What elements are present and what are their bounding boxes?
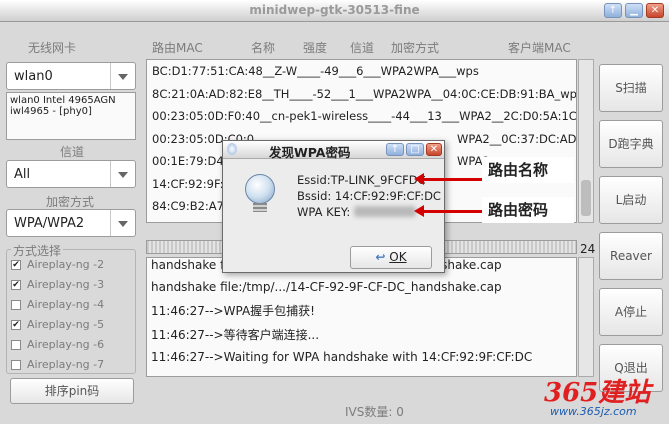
reaver-button[interactable]: Reaver (599, 232, 663, 280)
log-line: 11:46:27-->Waiting for WPA handshake wit… (151, 350, 533, 364)
mode-group: 方式选择 ✔ Aireplay-ng -2 ✔ Aireplay-ng -3 Airep… (6, 242, 136, 374)
adapter-info: wlan0 Intel 4965AGN iwl4965 - [phy0] (6, 92, 136, 140)
annotation-arrow-icon (414, 173, 483, 185)
encryption-value: WPA/WPA2 (14, 216, 85, 231)
annotation-name-label: 路由名称 (482, 157, 574, 183)
dictionary-button[interactable]: D跑字典 (599, 120, 663, 168)
stop-button[interactable]: A停止 (599, 288, 663, 336)
mode-group-label: 方式选择 (11, 242, 64, 259)
header-client-mac[interactable]: 客户端MAC (508, 39, 571, 56)
network-row[interactable]: 00:1E:79:D4 (152, 154, 224, 168)
network-row-tail[interactable]: WPA2__0C:37:DC:AD:B9:7 (457, 132, 576, 146)
window-restore-icon[interactable]: ↑ (604, 3, 622, 18)
mode-option-label: Aireplay-ng -5 (27, 318, 105, 331)
launch-button[interactable]: L启动 (599, 176, 663, 224)
channel-select[interactable]: All (6, 160, 136, 188)
window-title: minidwep-gtk-30513-fine (249, 3, 420, 17)
sort-pin-button[interactable]: 排序pin码 (10, 378, 134, 404)
log-line: handshake file:/tmp/.../14-CF-92-9F-CF-D… (151, 280, 502, 294)
header-name[interactable]: 名称 (251, 39, 275, 56)
window-close-icon[interactable]: ✕ (646, 3, 664, 18)
channel-value: All (14, 167, 31, 182)
network-row[interactable]: 8C:21:0A:AD:82:E8__TH____-52___1___WPA2W… (152, 87, 576, 101)
header-mac[interactable]: 路由MAC (152, 39, 203, 56)
encryption-select[interactable]: WPA/WPA2 (6, 209, 136, 237)
adapter-info-line: wlan0 Intel 4965AGN (10, 95, 116, 106)
log-line: 11:46:27-->等待客户端连接... (151, 328, 320, 342)
network-row[interactable]: BC:D1:77:51:CA:48__Z-W____-49___6___WPA2… (152, 64, 479, 78)
encryption-label: 加密方式 (46, 195, 95, 209)
dialog-close-icon[interactable]: ✕ (426, 143, 442, 156)
adapter-label: 无线网卡 (28, 41, 77, 55)
network-scrollbar[interactable] (578, 59, 594, 223)
header-encryption[interactable]: 加密方式 (391, 39, 439, 56)
network-row[interactable]: 00:23:05:0D:F0:40__cn-pek1-wireless____-… (152, 109, 576, 123)
wpa-dialog: 发现WPA密码 ↑ □ ✕ Essid:TP-LINK_9FCFDC Bssid… (222, 140, 445, 273)
log-line: 11:46:27-->WPA握手包捕获! (151, 304, 315, 318)
dialog-restore-icon[interactable]: ↑ (386, 143, 404, 156)
mode-option-label: Aireplay-ng -2 (27, 258, 105, 271)
return-arrow-icon: ↩ (375, 250, 386, 264)
dialog-maximize-icon[interactable]: □ (406, 143, 424, 156)
scan-button[interactable]: S扫描 (599, 64, 663, 112)
log-output[interactable]: handshake file:/tmp/.../14-CF-92-9F-CF-D… (146, 257, 577, 377)
log-scrollbar[interactable] (578, 257, 594, 377)
checkbox-icon[interactable] (11, 300, 21, 310)
adapter-info-line: iwl4965 - [phy0] (10, 106, 92, 117)
dialog-essid: Essid:TP-LINK_9FCFDC (297, 173, 426, 187)
chevron-down-icon (110, 63, 135, 89)
mode-option-label: Aireplay-ng -3 (27, 278, 105, 291)
dialog-bssid: Bssid: 14:CF:92:9F:CF:DC (297, 189, 441, 203)
watermark-url: www.365jz.com (550, 405, 637, 418)
watermark-logo: 365建站 www.365jz.com (540, 372, 669, 424)
watermark-logo-text: 365建站 (544, 378, 651, 408)
wpa-key-redacted (354, 206, 416, 217)
mode-option-label: Aireplay-ng -7 (27, 358, 105, 371)
scrollbar-thumb[interactable] (581, 180, 591, 216)
chevron-down-icon (110, 210, 135, 236)
lightbulb-icon (243, 174, 277, 214)
ivs-count: IVS数量: 0 (345, 405, 404, 419)
checkbox-checked-icon[interactable]: ✔ (11, 280, 21, 290)
checkbox-checked-icon[interactable]: ✔ (11, 320, 21, 330)
network-row[interactable]: 14:CF:92:9F: (152, 177, 224, 191)
channel-label: 信道 (60, 145, 85, 159)
dialog-ok-button[interactable]: ↩ OK (350, 246, 432, 269)
chevron-down-icon (110, 161, 135, 187)
checkbox-checked-icon[interactable]: ✔ (11, 260, 21, 270)
adapter-value: wlan0 (14, 69, 53, 84)
window-titlebar[interactable]: minidwep-gtk-30513-fine ↑ ▁ ✕ (0, 0, 669, 22)
annotation-arrow-icon (414, 205, 483, 217)
network-row[interactable]: 84:C9:B2:A7 (152, 199, 224, 213)
progress-value: 24 (580, 242, 596, 256)
adapter-select[interactable]: wlan0 (6, 62, 136, 90)
header-channel[interactable]: 信道 (350, 39, 374, 56)
mode-option-label: Aireplay-ng -6 (27, 338, 105, 351)
mode-option-label: Aireplay-ng -4 (27, 298, 105, 311)
dialog-title: 发现WPA密码 (269, 145, 351, 160)
window-minimize-icon[interactable]: ▁ (625, 3, 643, 18)
header-signal[interactable]: 强度 (303, 39, 327, 56)
checkbox-icon[interactable] (11, 360, 21, 370)
bulb-icon (227, 143, 237, 155)
checkbox-icon[interactable] (11, 340, 21, 350)
annotation-password-label: 路由密码 (482, 197, 574, 223)
dialog-wpa-key: WPA KEY: (297, 205, 351, 219)
dialog-titlebar[interactable]: 发现WPA密码 ↑ □ ✕ (223, 141, 444, 160)
